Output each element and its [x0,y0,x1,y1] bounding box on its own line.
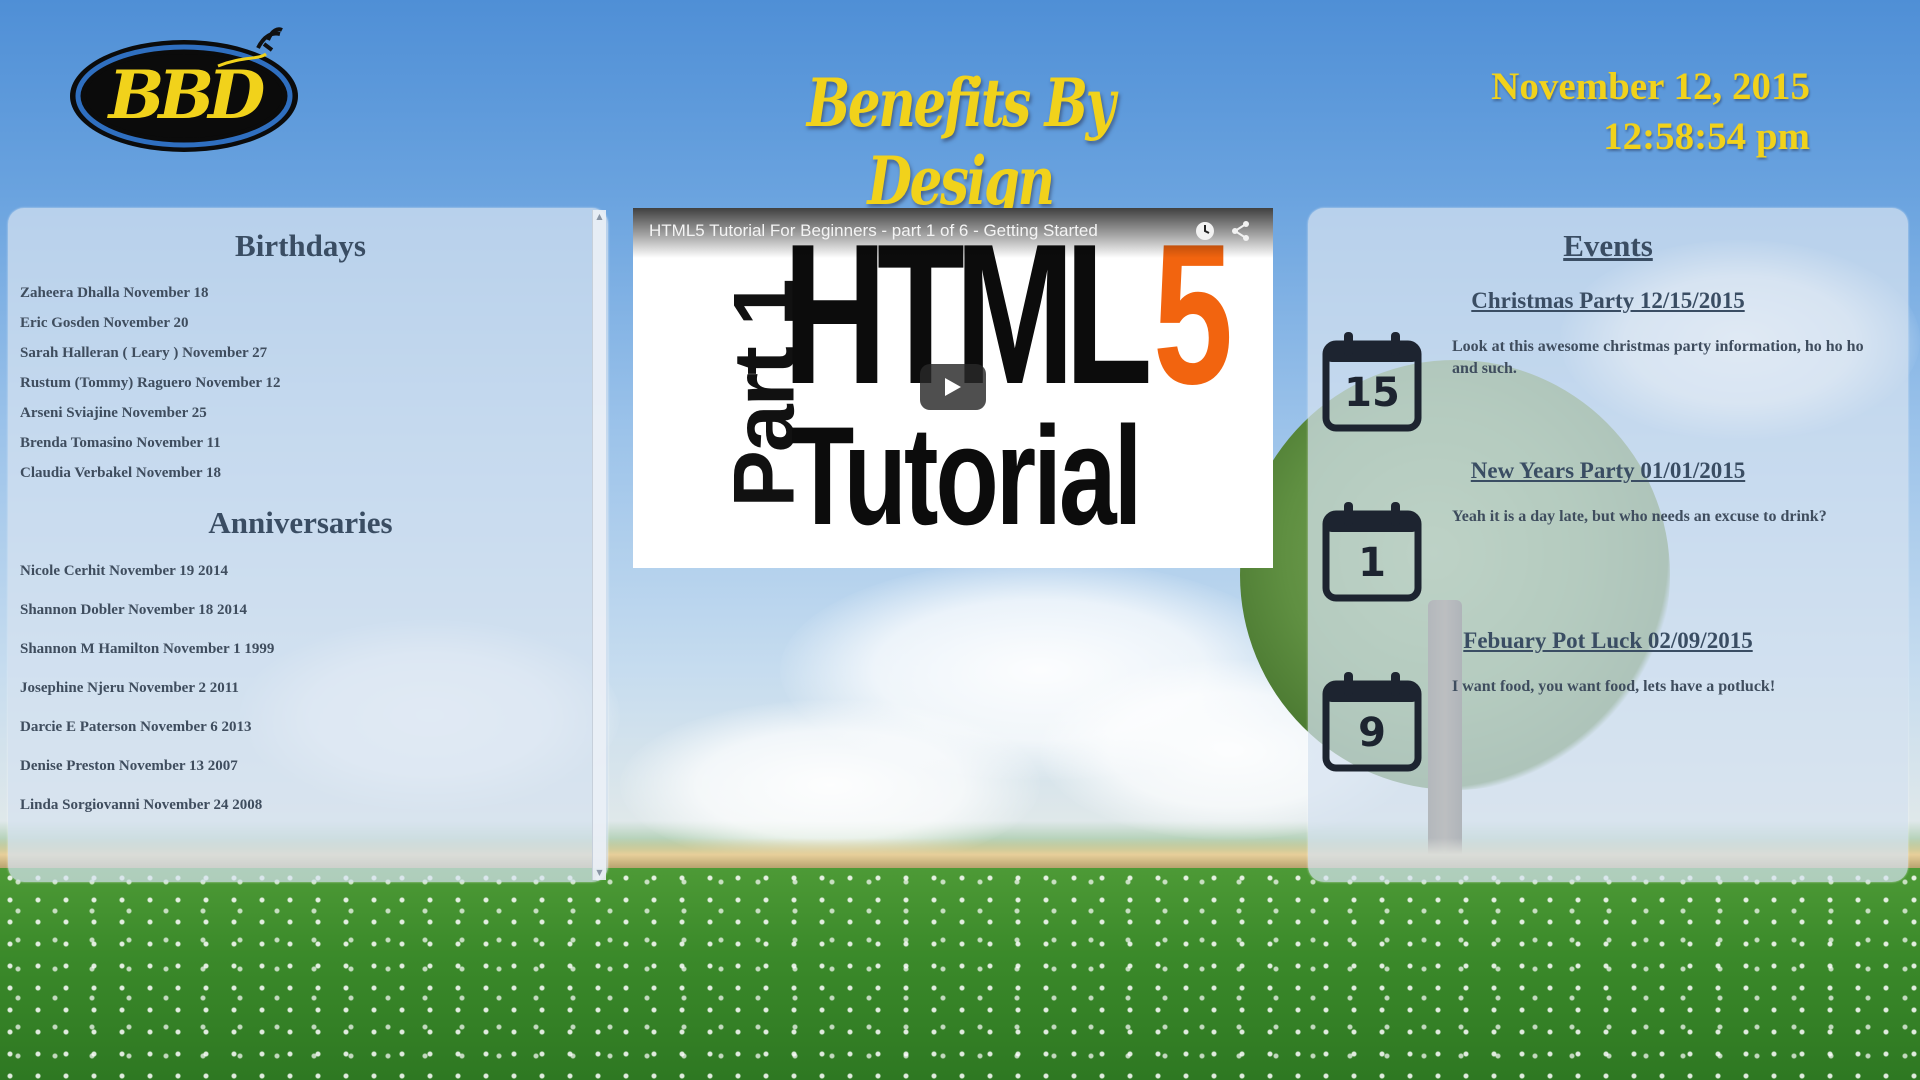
event-item: Christmas Party 12/15/2015 15 Look at th… [1308,288,1908,448]
watch-later-icon[interactable] [1194,220,1216,242]
anniversaries-title: Anniversaries [208,505,393,540]
event-title[interactable]: Christmas Party 12/15/2015 [1308,288,1908,314]
list-item: Rustum (Tommy) Raguero November 12 [20,375,281,391]
video-player[interactable]: Part 1 HTML 5 Tutorial HTML5 Tutorial Fo… [633,208,1273,568]
scroll-down-arrow-icon[interactable]: ▼ [593,866,606,880]
bbd-logo: BBD [68,26,300,154]
list-item: Shannon M Hamilton November 1 1999 [20,641,275,657]
event-day-number: 9 [1358,710,1386,756]
event-description: I want food, you want food, lets have a … [1452,678,1776,695]
scroll-up-arrow-icon[interactable]: ▲ [593,210,606,224]
list-item: Shannon Dobler November 18 2014 [20,602,247,618]
event-day-number: 15 [1344,370,1400,416]
event-description: Yeah it is a day late, but who needs an … [1452,508,1827,525]
events-title: Events [1563,228,1653,263]
list-item: Zaheera Dhalla November 18 [20,285,209,301]
anniversary-list: Nicole Cerhit November 19 2014 Shannon D… [20,563,274,836]
list-item: Josephine Njeru November 2 2011 [20,680,239,696]
list-item: Claudia Verbakel November 18 [20,465,221,481]
logo-text: BBD [107,56,266,134]
list-item: Darcie E Paterson November 6 2013 [20,719,252,735]
list-item: Eric Gosden November 20 [20,315,189,331]
list-item: Brenda Tomasino November 11 [20,435,221,451]
birthdays-title: Birthdays [235,228,366,263]
video-title[interactable]: HTML5 Tutorial For Beginners - part 1 of… [649,221,1098,241]
list-item: Sarah Halleran ( Leary ) November 27 [20,345,268,361]
list-item: Arseni Sviajine November 25 [20,405,207,421]
panel-scrollbar[interactable]: ▲ ▼ [592,210,606,880]
event-description: Look at this awesome christmas party inf… [1452,338,1864,377]
share-icon[interactable] [1230,220,1252,242]
current-time: 12:58:54 pm [1603,115,1810,158]
event-day-number: 1 [1358,540,1386,586]
event-item: Febuary Pot Luck 02/09/2015 9 I want foo… [1308,628,1908,788]
play-button[interactable] [920,364,986,410]
video-title-bar: HTML5 Tutorial For Beginners - part 1 of… [633,208,1273,258]
event-title[interactable]: Febuary Pot Luck 02/09/2015 [1308,628,1908,654]
birthdays-anniversaries-panel[interactable]: Birthdays Zaheera Dhalla November 18 Eri… [8,208,608,882]
birthday-list: Zaheera Dhalla November 18 Eric Gosden N… [20,285,281,495]
list-item: Denise Preston November 13 2007 [20,758,238,774]
list-item: Nicole Cerhit November 19 2014 [20,563,229,579]
list-item: Linda Sorgiovanni November 24 2008 [20,797,263,813]
event-title[interactable]: New Years Party 01/01/2015 [1308,458,1908,484]
event-item: New Years Party 01/01/2015 1 Yeah it is … [1308,458,1908,618]
flower-field [0,868,1920,1080]
site-title: Benefits By Design [806,64,1116,220]
datetime: November 12, 2015 12:58:54 pm [1491,62,1810,162]
thumbnail-tutorial-text: Tutorial [791,397,1142,554]
events-panel: Events Christmas Party 12/15/2015 15 Loo… [1308,208,1908,882]
current-date: November 12, 2015 [1491,65,1810,108]
play-icon [945,378,961,396]
